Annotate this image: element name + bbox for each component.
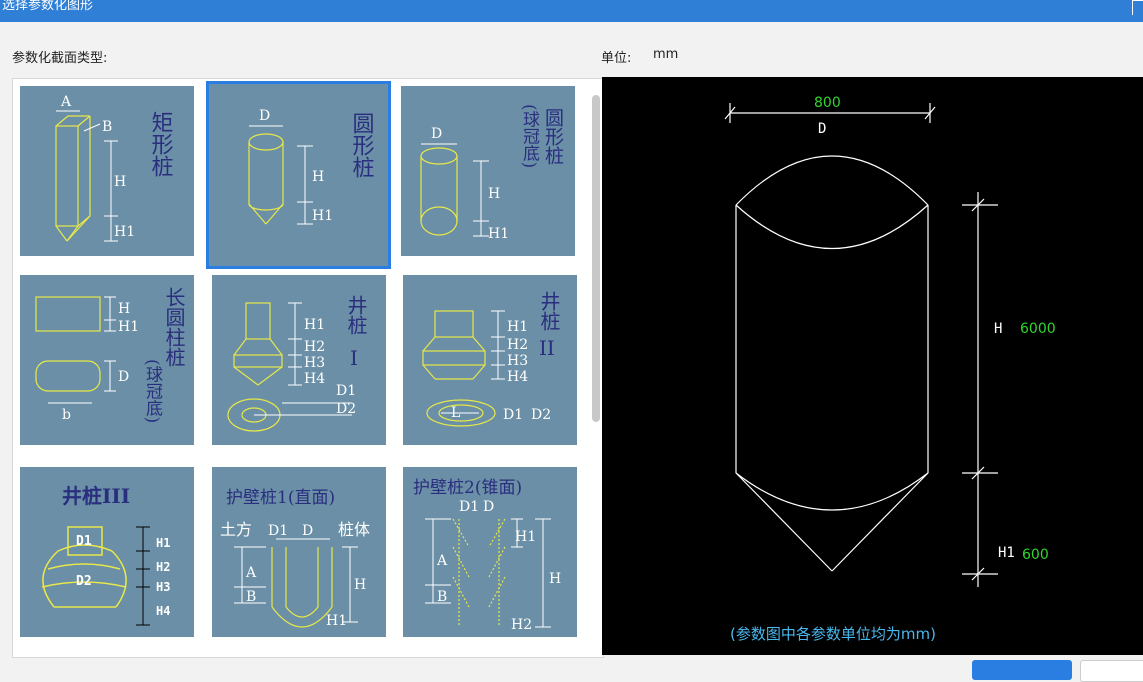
label-D2: D2 bbox=[76, 574, 92, 589]
label-D2: D2 bbox=[531, 407, 551, 423]
label-D1: D1 bbox=[459, 499, 479, 515]
shape-tile-well-pile-3[interactable]: 井桩III D1 D2 H1 H2 H3 H4 bbox=[16, 463, 198, 641]
label-H1: H1 bbox=[515, 529, 536, 545]
tile-caption: 矩形桩 bbox=[148, 111, 174, 177]
label-D: D bbox=[302, 523, 313, 539]
label-H1: H1 bbox=[304, 317, 325, 333]
shape-tile-wall-pile-1[interactable]: 护壁桩1(直面) 土方 D1 D 桩体 A B H H1 bbox=[208, 463, 390, 641]
label-D: D bbox=[259, 108, 270, 124]
dim-H1-value: 600 bbox=[1022, 547, 1049, 563]
dim-D-value: 800 bbox=[814, 95, 841, 111]
label-D1: D1 bbox=[336, 383, 356, 399]
label-H: H bbox=[114, 174, 126, 190]
label-H1: H1 bbox=[312, 208, 333, 224]
shape-tile-long-round-pile[interactable]: H H1 D b 长圆柱桩 (球冠底) bbox=[16, 271, 198, 449]
dim-H1-label: H1 bbox=[998, 545, 1015, 561]
label-H3: H3 bbox=[507, 353, 528, 369]
label-D: D bbox=[118, 369, 129, 385]
label-B: B bbox=[437, 589, 447, 605]
label-H4: H4 bbox=[304, 371, 325, 387]
label-H: H bbox=[312, 169, 324, 185]
label-H1: H1 bbox=[488, 226, 509, 242]
label-H1: H1 bbox=[114, 224, 135, 240]
tile-caption: 井桩III bbox=[62, 484, 130, 508]
label-H: H bbox=[488, 186, 500, 202]
label-earth: 土方 bbox=[220, 520, 252, 539]
tile-caption: 井桩 bbox=[537, 291, 561, 331]
label-b: b bbox=[62, 407, 71, 423]
shape-tile-round-pile-dome[interactable]: D H H1 圆形桩 (球冠底) bbox=[397, 82, 579, 260]
label-B: B bbox=[246, 589, 256, 605]
tile-caption: 护壁桩1(直面) bbox=[226, 488, 335, 508]
shape-tile-well-pile-2[interactable]: H1 H2 H3 H4 L D1 D2 井桩 II bbox=[399, 271, 581, 449]
label-D1: D1 bbox=[76, 534, 92, 549]
tile-caption-sub: (球冠底) bbox=[142, 359, 163, 423]
unit-label: 单位: bbox=[601, 51, 632, 66]
label-pile-body: 桩体 bbox=[338, 520, 370, 539]
label-H: H bbox=[354, 577, 366, 593]
dim-H-label: H bbox=[994, 321, 1002, 337]
label-D: D bbox=[431, 126, 442, 142]
label-H4: H4 bbox=[507, 369, 528, 385]
tile-caption: 井桩 bbox=[344, 295, 368, 335]
shape-tile-round-pile[interactable]: D H H1 圆形桩 bbox=[206, 81, 391, 269]
tile-caption-sub: (球冠底) bbox=[519, 104, 540, 168]
label-A: A bbox=[436, 553, 448, 569]
label-D1: D1 bbox=[268, 523, 288, 539]
label-A: A bbox=[245, 565, 257, 581]
gallery-scrollbar[interactable] bbox=[592, 95, 600, 422]
tile-caption-sub: II bbox=[539, 336, 555, 360]
section-label: 参数化截面类型: bbox=[12, 51, 108, 66]
label-H: H bbox=[118, 301, 130, 317]
window-title: 选择参数化图形 bbox=[2, 0, 94, 13]
tile-caption: 长圆柱桩 bbox=[162, 287, 186, 367]
cancel-button[interactable] bbox=[1080, 660, 1143, 682]
label-D1: D1 bbox=[503, 407, 523, 423]
label-H4: H4 bbox=[156, 604, 170, 618]
dim-D-label: D bbox=[818, 121, 826, 137]
unit-note: (参数图中各参数单位均为mm) bbox=[730, 625, 936, 643]
preview-panel: 800 D H 6000 H1 600 (参数图中各参数单位均为mm) bbox=[602, 77, 1143, 655]
label-H3: H3 bbox=[304, 355, 325, 371]
label-H2: H2 bbox=[304, 339, 325, 355]
maximize-icon[interactable] bbox=[1132, 0, 1143, 15]
label-H1: H1 bbox=[507, 319, 528, 335]
ok-button[interactable] bbox=[972, 660, 1072, 680]
label-A: A bbox=[60, 94, 72, 110]
shape-gallery: A B H H1 矩形桩 D H H1 圆形桩 D H H1 圆形桩 (球冠底)… bbox=[12, 78, 604, 658]
label-H1: H1 bbox=[326, 613, 347, 629]
shape-tile-well-pile-1[interactable]: H1 H2 H3 H4 D1 D2 井桩 I bbox=[208, 271, 390, 449]
label-H2: H2 bbox=[156, 560, 170, 574]
tile-caption-sub: I bbox=[350, 346, 358, 370]
label-H2: H2 bbox=[511, 617, 532, 633]
label-H1: H1 bbox=[118, 319, 139, 335]
label-D: D bbox=[483, 499, 494, 515]
dim-H-value: 6000 bbox=[1020, 321, 1056, 337]
title-bar: 选择参数化图形 bbox=[0, 0, 1143, 22]
label-H: H bbox=[549, 571, 561, 587]
tile-caption: 圆形桩 bbox=[542, 108, 564, 165]
unit-value: mm bbox=[653, 47, 679, 62]
label-H1: H1 bbox=[156, 536, 170, 550]
tile-caption: 圆形桩 bbox=[349, 112, 375, 178]
shape-tile-rect-pile[interactable]: A B H H1 矩形桩 bbox=[16, 82, 198, 260]
label-B: B bbox=[102, 119, 112, 135]
tile-caption: 护壁桩2(锥面) bbox=[413, 478, 522, 498]
label-H3: H3 bbox=[156, 580, 170, 594]
label-D2: D2 bbox=[336, 401, 356, 417]
shape-tile-wall-pile-2[interactable]: 护壁桩2(锥面) D1 D A B H1 H H2 bbox=[399, 463, 581, 641]
label-H2: H2 bbox=[507, 337, 528, 353]
label-L: L bbox=[451, 405, 460, 421]
